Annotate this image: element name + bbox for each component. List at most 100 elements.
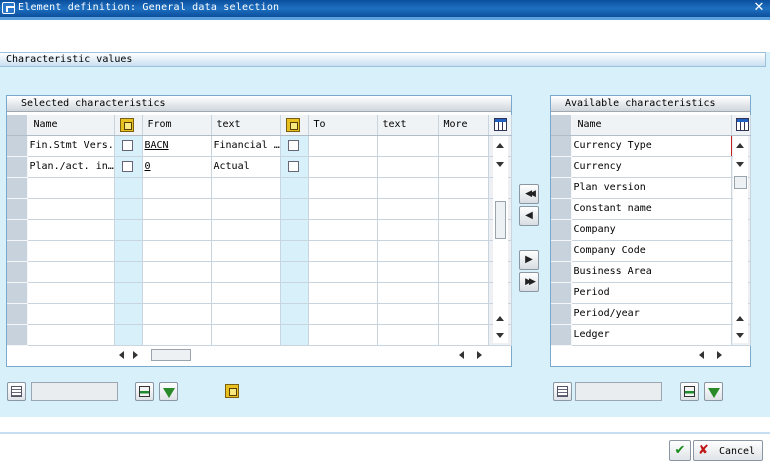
row-selector[interactable] <box>7 135 28 157</box>
empty-cell[interactable] <box>438 240 489 262</box>
column-header-exclude-2[interactable] <box>280 115 309 136</box>
horizontal-scroll-thumb[interactable] <box>151 349 191 361</box>
available-item[interactable]: Period/year <box>571 303 732 325</box>
column-header-text-2[interactable]: text <box>377 115 439 136</box>
scroll-left-end-icon[interactable] <box>459 351 464 359</box>
row-selector[interactable] <box>7 261 28 283</box>
row-selector[interactable] <box>7 240 28 262</box>
row-selector[interactable] <box>551 198 572 220</box>
available-item[interactable]: Company Code <box>571 240 732 262</box>
row-selector[interactable] <box>7 324 28 346</box>
empty-cell[interactable] <box>438 261 489 283</box>
row-selector[interactable] <box>551 282 572 304</box>
close-icon[interactable]: ✕ <box>752 1 766 15</box>
empty-cell[interactable] <box>142 282 212 304</box>
empty-cell[interactable] <box>142 303 212 325</box>
row-selector[interactable] <box>551 135 572 157</box>
row-selector[interactable] <box>7 219 28 241</box>
remove-all-button[interactable]: ▶▶ <box>519 272 539 292</box>
empty-cell[interactable] <box>27 240 115 262</box>
row-selector[interactable] <box>7 198 28 220</box>
filter-button[interactable] <box>159 382 178 401</box>
empty-cell[interactable] <box>438 324 489 346</box>
empty-cell[interactable] <box>308 177 378 199</box>
row-selector[interactable] <box>551 324 572 346</box>
add-button[interactable]: ◀ <box>519 206 539 226</box>
row-more[interactable] <box>438 135 489 157</box>
empty-cell[interactable] <box>142 324 212 346</box>
list-item[interactable]: Currency Type <box>551 135 751 157</box>
exclude-button[interactable] <box>223 382 242 401</box>
scroll-page-up-icon[interactable] <box>496 316 504 321</box>
list-item[interactable]: Currency <box>551 156 751 178</box>
ok-button[interactable]: ✔ <box>669 440 691 461</box>
available-item[interactable]: Business Area <box>571 261 732 283</box>
scroll-left-icon[interactable] <box>699 351 704 359</box>
horizontal-scrollbar[interactable] <box>115 348 495 362</box>
empty-cell[interactable] <box>438 177 489 199</box>
empty-cell[interactable] <box>27 198 115 220</box>
table-row[interactable]: Fin.Stmt Vers. BACN Financial … <box>7 135 512 157</box>
exclude-checkbox[interactable] <box>287 160 299 172</box>
row-selector[interactable] <box>551 240 572 262</box>
row-from[interactable]: 0 <box>142 156 212 178</box>
column-header-more[interactable]: More <box>438 115 489 136</box>
table-row[interactable] <box>7 261 512 283</box>
empty-cell[interactable] <box>27 219 115 241</box>
table-row[interactable] <box>7 177 512 199</box>
empty-cell[interactable] <box>27 282 115 304</box>
row-selector[interactable] <box>551 156 572 178</box>
list-item[interactable]: Plan version <box>551 177 751 199</box>
add-all-button[interactable]: ◀◀ <box>519 184 539 204</box>
empty-cell[interactable] <box>142 198 212 220</box>
empty-cell[interactable] <box>438 282 489 304</box>
search-field[interactable] <box>575 382 662 401</box>
row-more[interactable] <box>438 156 489 178</box>
table-row[interactable] <box>7 282 512 304</box>
list-item[interactable]: Business Area <box>551 261 751 283</box>
from-value[interactable]: 0 <box>145 161 151 172</box>
column-header-from[interactable]: From <box>142 115 212 136</box>
row-from[interactable]: BACN <box>142 135 212 157</box>
row-selector[interactable] <box>551 177 572 199</box>
empty-cell[interactable] <box>142 261 212 283</box>
empty-cell[interactable] <box>142 240 212 262</box>
horizontal-scrollbar[interactable] <box>659 348 735 362</box>
scroll-up-icon[interactable] <box>496 143 504 148</box>
list-item[interactable]: Company <box>551 219 751 241</box>
table-row[interactable] <box>7 240 512 262</box>
row-selector[interactable] <box>551 303 572 325</box>
table-row[interactable] <box>7 324 512 346</box>
scroll-right-icon[interactable] <box>133 351 138 359</box>
table-row[interactable] <box>7 219 512 241</box>
row-selector[interactable] <box>551 219 572 241</box>
print-button[interactable] <box>680 382 699 401</box>
table-settings-cell[interactable] <box>488 115 512 136</box>
exclude-checkbox[interactable] <box>121 139 133 151</box>
row-selector[interactable] <box>551 261 572 283</box>
empty-cell[interactable] <box>438 198 489 220</box>
empty-cell[interactable] <box>308 324 378 346</box>
row-selector[interactable] <box>7 177 28 199</box>
empty-cell[interactable] <box>308 303 378 325</box>
scroll-down-icon[interactable] <box>736 162 744 167</box>
column-header-name[interactable]: Name <box>571 115 732 136</box>
scroll-down-icon[interactable] <box>496 162 504 167</box>
empty-cell[interactable] <box>142 219 212 241</box>
vertical-scrollbar[interactable] <box>493 136 508 343</box>
scroll-left-icon[interactable] <box>119 351 124 359</box>
select-all-cell[interactable] <box>551 115 572 136</box>
available-item[interactable]: Plan version <box>571 177 732 199</box>
scroll-right-icon[interactable] <box>717 351 722 359</box>
scroll-thumb[interactable] <box>734 176 747 189</box>
empty-cell[interactable] <box>308 198 378 220</box>
select-all-cell[interactable] <box>7 115 28 136</box>
scroll-page-down-icon[interactable] <box>736 333 744 338</box>
scroll-right-end-icon[interactable] <box>477 351 482 359</box>
empty-cell[interactable] <box>308 240 378 262</box>
search-field[interactable] <box>31 382 118 401</box>
list-item[interactable]: Constant name <box>551 198 751 220</box>
column-header-to[interactable]: To <box>308 115 378 136</box>
from-value[interactable]: BACN <box>145 140 169 151</box>
empty-cell[interactable] <box>27 261 115 283</box>
